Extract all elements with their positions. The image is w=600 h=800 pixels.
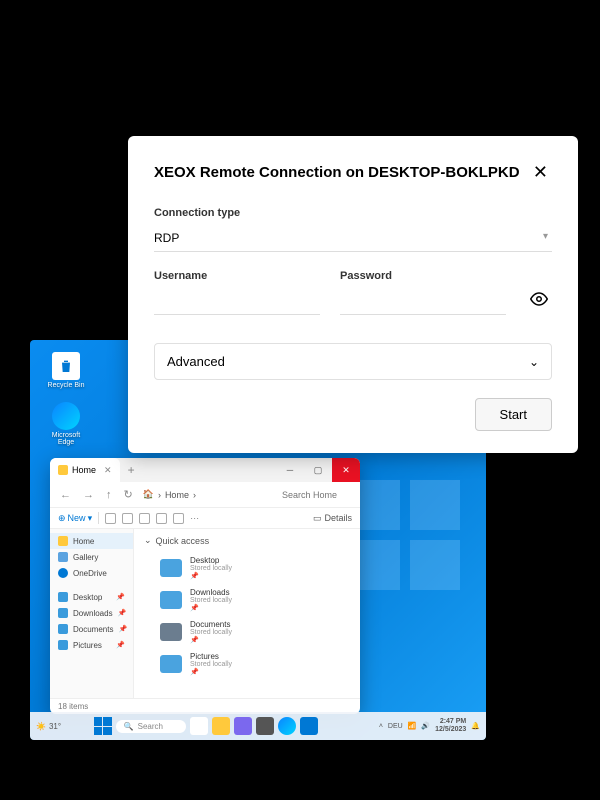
start-button[interactable]: Start — [475, 398, 552, 431]
sidebar-item-downloads[interactable]: Downloads📌 — [50, 605, 133, 621]
weather-widget[interactable]: ☀️ 31° — [36, 722, 61, 731]
advanced-toggle[interactable]: Advanced ⌄ — [154, 343, 552, 380]
pin-icon: 📌 — [116, 593, 125, 601]
edge-icon — [52, 402, 80, 430]
sidebar-item-pictures[interactable]: Pictures📌 — [50, 637, 133, 653]
eye-icon — [530, 290, 548, 308]
minimize-button[interactable]: ─ — [276, 458, 304, 482]
edge-desktop-icon[interactable]: Microsoft Edge — [44, 402, 88, 446]
share-icon[interactable] — [173, 513, 184, 524]
new-button[interactable]: ⊕ New ▾ — [58, 513, 92, 524]
store-taskbar-icon[interactable] — [300, 717, 318, 735]
connection-type-label: Connection type — [154, 207, 552, 219]
explorer-nav-bar: ← → ↑ ↻ 🏠 › Home › — [50, 482, 360, 508]
home-icon: 🏠 — [143, 489, 154, 500]
maximize-button[interactable]: ▢ — [304, 458, 332, 482]
quick-access-section[interactable]: ⌄Quick access — [144, 535, 350, 546]
taskbar: ☀️ 31° 🔍 Search ˄ DEU 📶 🔊 2:47 PM12/5/20… — [30, 712, 486, 740]
edge-taskbar-icon[interactable] — [278, 717, 296, 735]
folder-item-pictures[interactable]: PicturesStored locally📌 — [144, 648, 350, 680]
tray-chevron-icon[interactable]: ˄ — [379, 723, 383, 730]
paste-icon[interactable] — [139, 513, 150, 524]
pin-icon: 📌 — [118, 625, 127, 633]
breadcrumb[interactable]: 🏠 › Home › — [143, 489, 274, 500]
pin-icon: 📌 — [116, 641, 125, 649]
windows-logo — [350, 480, 460, 590]
explorer-main-pane: ⌄Quick access DesktopStored locally📌 Dow… — [134, 529, 360, 698]
view-details-button[interactable]: ▭ Details — [313, 513, 352, 524]
connection-dialog: XEOX Remote Connection on DESKTOP-BOKLPK… — [128, 136, 578, 453]
folder-item-downloads[interactable]: DownloadsStored locally📌 — [144, 584, 350, 616]
sidebar-item-documents[interactable]: Documents📌 — [50, 621, 133, 637]
toggle-password-visibility-button[interactable] — [526, 286, 552, 315]
forward-button[interactable]: → — [81, 487, 96, 503]
rename-icon[interactable] — [156, 513, 167, 524]
start-button[interactable] — [94, 717, 112, 735]
sidebar-item-home[interactable]: Home — [50, 533, 133, 549]
password-input[interactable] — [340, 288, 506, 315]
cut-icon[interactable] — [105, 513, 116, 524]
clock[interactable]: 2:47 PM12/5/2023 — [435, 718, 466, 733]
language-indicator[interactable]: DEU — [388, 723, 403, 730]
recycle-bin-icon — [52, 352, 80, 380]
copy-icon[interactable] — [122, 513, 133, 524]
pin-icon: 📌 — [118, 609, 127, 617]
explorer-tab-home[interactable]: Home ✕ — [50, 458, 120, 482]
recycle-bin-desktop-icon[interactable]: Recycle Bin — [44, 352, 88, 389]
taskbar-search[interactable]: 🔍 Search — [116, 720, 186, 733]
close-window-button[interactable]: ✕ — [332, 458, 360, 482]
password-label: Password — [340, 270, 506, 282]
folder-item-documents[interactable]: DocumentsStored locally📌 — [144, 616, 350, 648]
new-tab-button[interactable]: + — [120, 463, 143, 477]
explorer-command-bar: ⊕ New ▾ ⋯ ▭ Details — [50, 508, 360, 529]
username-label: Username — [154, 270, 320, 282]
advanced-label: Advanced — [167, 354, 225, 369]
home-icon — [58, 465, 68, 475]
dialog-title: XEOX Remote Connection on DESKTOP-BOKLPK… — [154, 164, 520, 181]
explorer-tab-bar: Home ✕ + ─ ▢ ✕ — [50, 458, 360, 482]
sidebar-item-gallery[interactable]: Gallery — [50, 549, 133, 565]
file-explorer-window: Home ✕ + ─ ▢ ✕ ← → ↑ ↻ 🏠 › Home › ⊕ N — [50, 458, 360, 714]
back-button[interactable]: ← — [58, 487, 73, 503]
connection-type-select[interactable]: RDP — [154, 225, 552, 252]
up-button[interactable]: ↑ — [104, 487, 114, 503]
chevron-down-icon: ⌄ — [529, 355, 539, 369]
folder-item-desktop[interactable]: DesktopStored locally📌 — [144, 552, 350, 584]
username-input[interactable] — [154, 288, 320, 315]
close-button[interactable]: ✕ — [529, 158, 552, 187]
network-icon[interactable]: 📶 — [408, 722, 417, 730]
chat-taskbar-icon[interactable] — [234, 717, 252, 735]
task-view-icon[interactable] — [190, 717, 208, 735]
explorer-search-input[interactable] — [282, 490, 352, 500]
more-icon[interactable]: ⋯ — [190, 513, 199, 524]
app-taskbar-icon[interactable] — [256, 717, 274, 735]
tab-close-icon[interactable]: ✕ — [104, 465, 112, 476]
volume-icon[interactable]: 🔊 — [421, 722, 430, 730]
chevron-down-icon: ⌄ — [144, 535, 152, 546]
refresh-button[interactable]: ↻ — [122, 486, 135, 503]
explorer-sidebar: Home Gallery OneDrive Desktop📌 Downloads… — [50, 529, 134, 698]
explorer-taskbar-icon[interactable] — [212, 717, 230, 735]
sidebar-item-onedrive[interactable]: OneDrive — [50, 565, 133, 581]
notifications-icon[interactable]: 🔔 — [471, 722, 480, 730]
sidebar-item-desktop[interactable]: Desktop📌 — [50, 589, 133, 605]
